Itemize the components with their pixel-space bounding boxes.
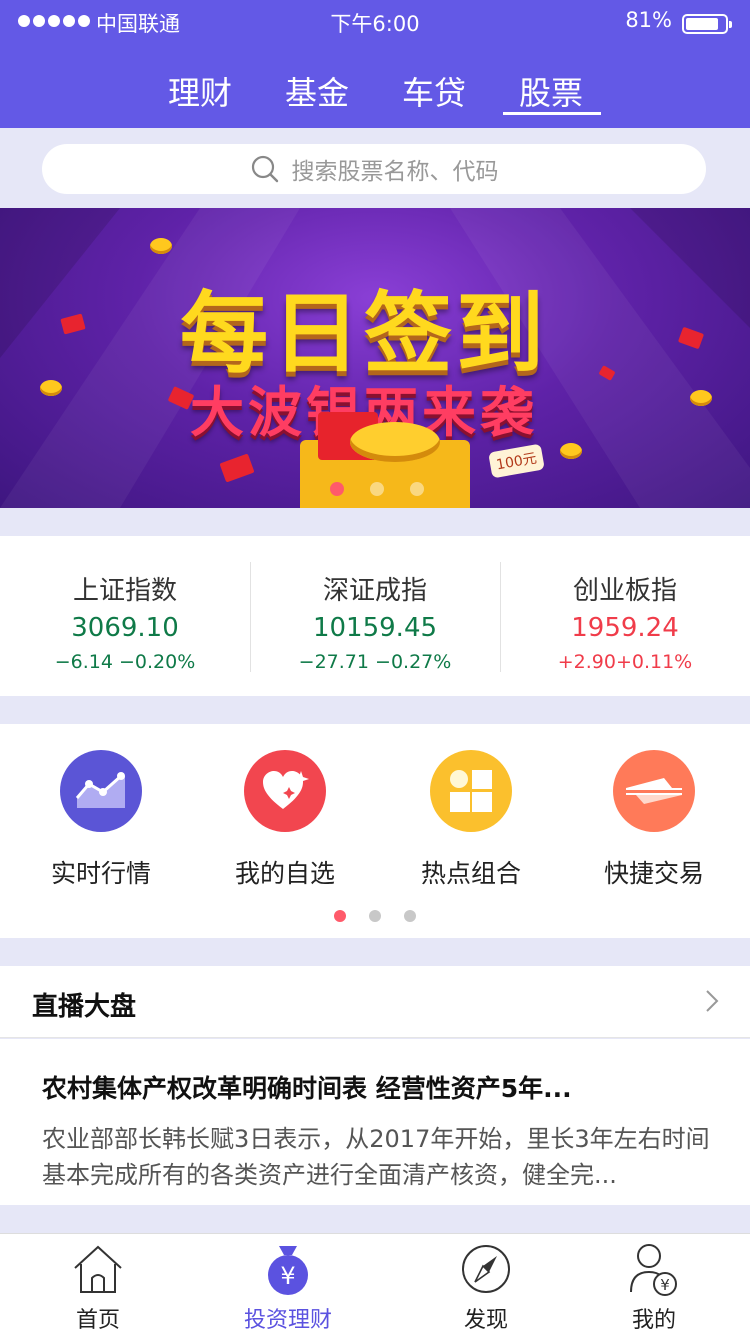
- shortcut-label: 热点组合: [420, 859, 521, 888]
- battery-icon: [682, 14, 732, 34]
- index-name: 创业板指: [572, 576, 677, 606]
- tab-chedai[interactable]: 车贷: [379, 68, 489, 114]
- live-market-header[interactable]: 直播大盘: [0, 966, 750, 1038]
- line-chart-icon: [60, 750, 142, 832]
- coin-icon: [560, 443, 582, 459]
- tabbar-label: 我的: [631, 1308, 676, 1333]
- shortcut-panel: 实时行情 我的自选 热点组合 快捷交易: [0, 724, 750, 938]
- index-value: 10159.45: [312, 613, 438, 643]
- coin-icon: [40, 380, 62, 396]
- article-summary: 农业部部长韩长赋3日表示，从2017年开始，里长3年左右时间基本完成所有的各类资…: [42, 1125, 710, 1189]
- pagination-dot[interactable]: [410, 482, 424, 496]
- tab-gupiao[interactable]: 股票: [496, 68, 606, 114]
- header: 中国联通 下午6:00 81% 理财 基金 车贷 股票: [0, 0, 750, 128]
- index-change: +2.90+0.11%: [557, 651, 693, 673]
- banner-pagination: [330, 482, 424, 496]
- index-change: −6.14 −0.20%: [54, 651, 196, 673]
- index-shanghai[interactable]: 上证指数 3069.10 −6.14 −0.20%: [0, 536, 250, 696]
- tabbar-label: 发现: [463, 1308, 508, 1333]
- search-placeholder: 搜索股票名称、代码: [291, 159, 499, 185]
- tabbar-home[interactable]: 首页: [38, 1242, 158, 1334]
- shortcut-quick-trade[interactable]: 快捷交易: [574, 750, 734, 890]
- heart-icon: [244, 750, 326, 832]
- status-bar: 中国联通 下午6:00 81%: [0, 6, 750, 36]
- section-title: 直播大盘: [32, 992, 137, 1022]
- index-name: 上证指数: [72, 576, 177, 606]
- tabbar-mine[interactable]: ¥ 我的: [594, 1242, 714, 1334]
- promo-banner[interactable]: 每日签到 大波银两来袭 100元: [0, 208, 750, 508]
- tabbar-discover[interactable]: 发现: [426, 1242, 546, 1334]
- transfer-icon: [613, 750, 695, 832]
- yuan-bag-icon: ¥: [268, 1246, 308, 1295]
- pagination-dot[interactable]: [330, 482, 344, 496]
- pagination-dot[interactable]: [404, 910, 416, 922]
- pagination-dot[interactable]: [334, 910, 346, 922]
- shortcut-label: 我的自选: [234, 859, 335, 888]
- search-icon: [251, 155, 278, 183]
- index-value: 3069.10: [71, 613, 179, 643]
- index-change: −27.71 −0.27%: [298, 651, 452, 673]
- grid-icon: [430, 750, 512, 832]
- pagination-dot[interactable]: [369, 910, 381, 922]
- user-yuan-icon: ¥: [630, 1244, 677, 1296]
- news-article[interactable]: 农村集体产权改革明确时间表 经营性资产5年... 农业部部长韩长赋3日表示，从2…: [0, 1039, 750, 1205]
- index-chinext[interactable]: 创业板指 1959.24 +2.90+0.11%: [500, 536, 750, 696]
- coin-icon: [150, 238, 172, 254]
- shortcut-label: 快捷交易: [603, 859, 704, 888]
- bottom-tab-bar: 首页 ¥ 投资理财 发现 ¥ 我的: [0, 1233, 750, 1334]
- index-shenzhen[interactable]: 深证成指 10159.45 −27.71 −0.27%: [250, 536, 500, 696]
- tabbar-invest[interactable]: ¥ 投资理财: [228, 1242, 348, 1334]
- battery-percent: 81%: [625, 8, 672, 32]
- active-tab-indicator: [503, 112, 601, 115]
- search-input[interactable]: 搜索股票名称、代码: [42, 144, 706, 194]
- tabbar-label: 首页: [75, 1308, 120, 1333]
- tab-jijin[interactable]: 基金: [262, 68, 372, 114]
- compass-icon: [462, 1245, 510, 1293]
- tab-licai[interactable]: 理财: [145, 68, 255, 114]
- coin-icon: [690, 390, 712, 406]
- category-tabs: 理财 基金 车贷 股票: [0, 64, 750, 128]
- tabbar-label: 投资理财: [243, 1308, 332, 1333]
- gift-box-icon: [300, 412, 470, 508]
- shortcut-pagination: [334, 910, 416, 922]
- index-value: 1959.24: [571, 613, 679, 643]
- svg-text:¥: ¥: [660, 1276, 670, 1294]
- market-indices: 上证指数 3069.10 −6.14 −0.20% 深证成指 10159.45 …: [0, 536, 750, 696]
- shortcut-label: 实时行情: [50, 859, 151, 888]
- svg-text:¥: ¥: [280, 1262, 295, 1290]
- chevron-right-icon: [706, 990, 719, 1012]
- pagination-dot[interactable]: [370, 482, 384, 496]
- article-headline: 农村集体产权改革明确时间表 经营性资产5年...: [42, 1074, 572, 1103]
- shortcut-realtime-quotes[interactable]: 实时行情: [21, 750, 181, 890]
- home-icon: [74, 1245, 122, 1293]
- shortcut-watchlist[interactable]: 我的自选: [205, 750, 365, 890]
- shortcut-hot-portfolio[interactable]: 热点组合: [391, 750, 551, 890]
- index-name: 深证成指: [322, 576, 427, 606]
